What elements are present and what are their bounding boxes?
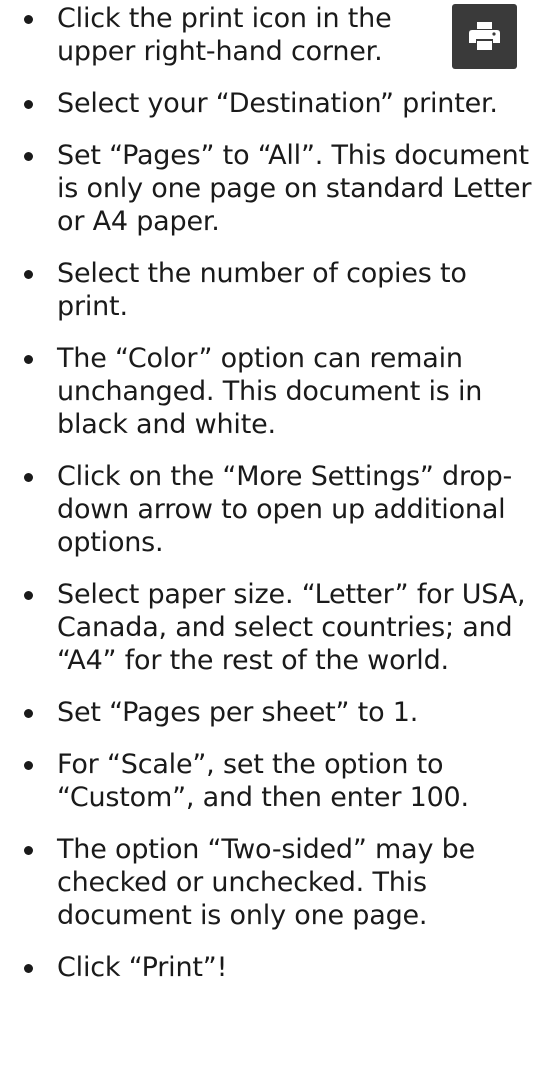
step-text: Select the number of copies to print. xyxy=(57,258,467,322)
bullet-icon xyxy=(24,964,33,973)
bullet-icon xyxy=(24,846,33,855)
list-item: Select your “Destination” printer. xyxy=(0,87,541,120)
bullet-icon xyxy=(24,152,33,161)
step-text: Select paper size. “Letter” for USA, Can… xyxy=(57,579,526,676)
list-item: The option “Two-sided” may be checked or… xyxy=(0,833,541,932)
step-text: Click the print icon in the upper right-… xyxy=(57,3,392,67)
bullet-icon xyxy=(24,15,33,24)
step-text: The option “Two-sided” may be checked or… xyxy=(57,834,475,931)
bullet-icon xyxy=(24,270,33,279)
list-item: Set “Pages” to “All”. This document is o… xyxy=(0,139,541,238)
list-item: Click on the “More Settings” drop-down a… xyxy=(0,460,541,559)
print-icon xyxy=(469,22,500,50)
step-text: For “Scale”, set the option to “Custom”,… xyxy=(57,749,469,813)
step-text: The “Color” option can remain unchanged.… xyxy=(57,343,483,440)
list-item: For “Scale”, set the option to “Custom”,… xyxy=(0,748,541,814)
print-icon-button xyxy=(452,4,517,69)
step-text: Select your “Destination” printer. xyxy=(57,88,498,119)
bullet-icon xyxy=(24,355,33,364)
list-item: The “Color” option can remain unchanged.… xyxy=(0,342,541,441)
print-instructions-list: Click the print icon in the upper right-… xyxy=(0,0,541,1003)
bullet-icon xyxy=(24,100,33,109)
step-text: Click on the “More Settings” drop-down a… xyxy=(57,461,513,558)
step-text: Click “Print”! xyxy=(57,952,228,983)
list-item: Click “Print”! xyxy=(0,951,541,984)
bullet-icon xyxy=(24,761,33,770)
bullet-icon xyxy=(24,473,33,482)
step-text: Set “Pages” to “All”. This document is o… xyxy=(57,140,532,237)
bullet-icon xyxy=(24,709,33,718)
step-text: Set “Pages per sheet” to 1. xyxy=(57,697,419,728)
bullet-icon xyxy=(24,591,33,600)
list-item: Set “Pages per sheet” to 1. xyxy=(0,696,541,729)
list-item: Select paper size. “Letter” for USA, Can… xyxy=(0,578,541,677)
list-item: Select the number of copies to print. xyxy=(0,257,541,323)
